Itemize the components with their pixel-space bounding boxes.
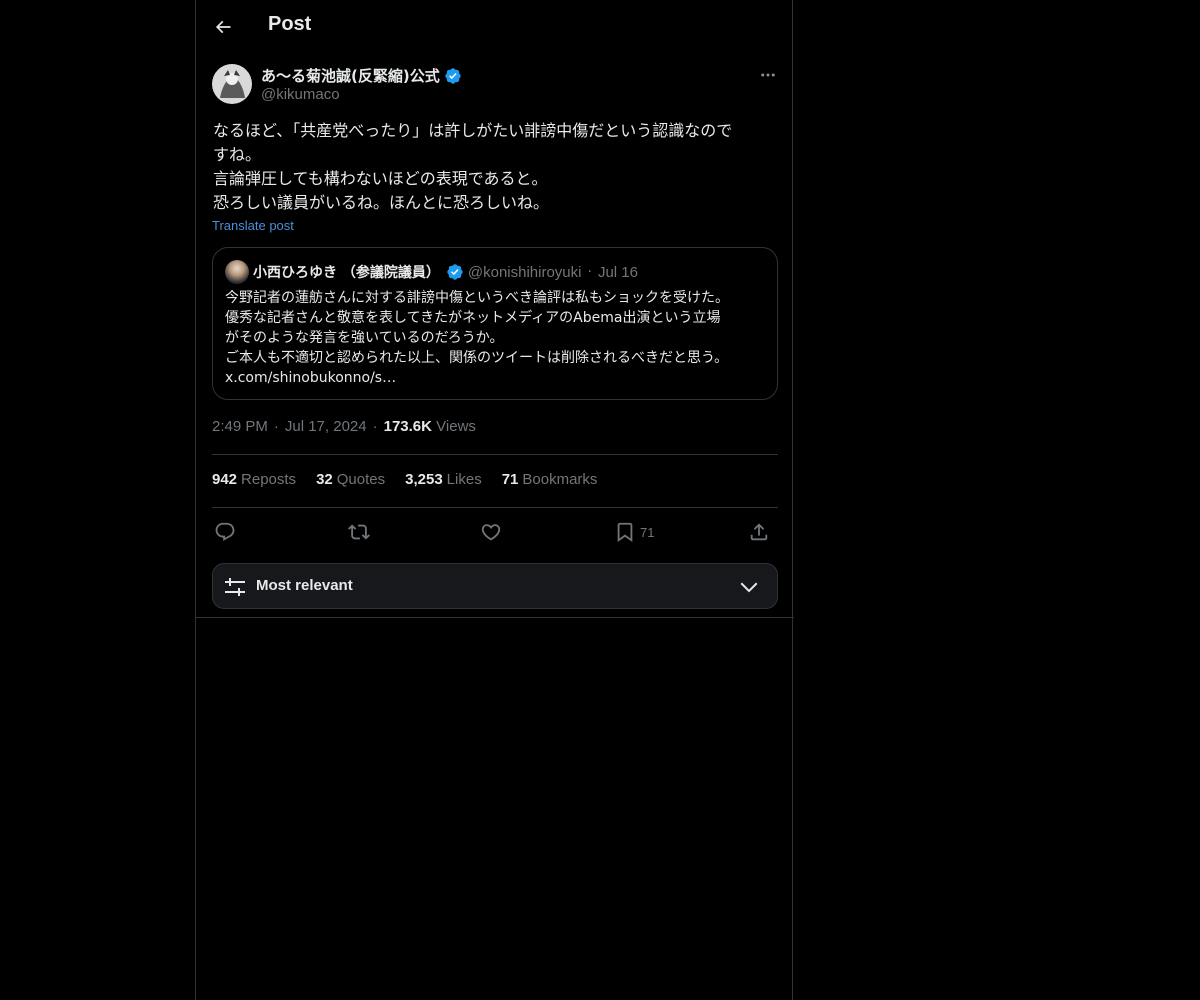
post-date[interactable]: Jul 17, 2024 xyxy=(285,418,367,435)
quote-text: 今野記者の蓮舫さんに対する誹謗中傷というべき論評は私もショックを受けた。 優秀な… xyxy=(225,288,770,388)
separator-dot: · xyxy=(587,264,592,280)
like-icon xyxy=(481,524,501,541)
author-handle[interactable]: @kikumaco xyxy=(261,86,340,103)
translate-post-link[interactable]: Translate post xyxy=(212,218,294,233)
quote-author-handle[interactable]: @konishihiroyuki xyxy=(468,264,582,281)
author-display-name[interactable]: あ〜る菊池誠(反緊縮)公式 xyxy=(261,65,440,86)
author-avatar[interactable] xyxy=(212,64,252,104)
bookmark-count: 71 xyxy=(640,524,655,540)
quote-date[interactable]: Jul 16 xyxy=(598,264,638,281)
avatar-illustration xyxy=(212,64,252,104)
bookmarks-count: 71 xyxy=(501,471,519,488)
share-button[interactable] xyxy=(748,516,770,548)
reposts-label: Reposts xyxy=(241,471,297,488)
author-name[interactable]: あ〜る菊池誠(反緊縮)公式 xyxy=(261,65,462,86)
bookmarks-label: Bookmarks xyxy=(522,471,598,488)
quotes-stat[interactable]: 32 Quotes xyxy=(316,471,385,488)
post-text-line: なるほど、「共産党べったり」は許しがたい誹謗中傷だという認識なので xyxy=(213,121,733,140)
post-text: なるほど、「共産党べったり」は許しがたい誹謗中傷だという認識なので すね。 言論… xyxy=(213,119,779,215)
bookmark-button[interactable]: 71 xyxy=(614,516,654,548)
quote-link[interactable]: x.com/shinobukonno/s… xyxy=(225,368,770,388)
likes-stat[interactable]: 3,253 Likes xyxy=(405,471,482,488)
filter-sliders-icon xyxy=(225,578,245,596)
post-column: Post あ〜る菊池誠(反緊縮)公式 @kikumaco なるほど、「共産党べっ… xyxy=(195,0,794,1000)
quote-text-line: がそのような発言を強いているのだろうか。 xyxy=(225,330,504,346)
quoted-post[interactable]: 小西ひろゆき （参議院議員） @konishihiroyuki · Jul 16… xyxy=(212,247,778,400)
divider xyxy=(196,617,794,618)
engagement-stats: 942 Reposts 32 Quotes 3,253 Likes 71 Bookmar… xyxy=(212,471,617,488)
quote-text-line: 優秀な記者さんと敬意を表してきたがネットメディアのAbema出演という立場 xyxy=(225,310,721,326)
divider xyxy=(212,507,778,508)
back-button[interactable] xyxy=(206,10,240,44)
views-label: Views xyxy=(436,418,476,435)
likes-count: 3,253 xyxy=(405,471,443,488)
post-text-line: 恐ろしい議員がいるね。ほんとに恐ろしいね。 xyxy=(213,193,550,212)
repost-button[interactable] xyxy=(348,516,370,548)
views-count: 173.6K xyxy=(383,418,432,435)
chevron-down-icon xyxy=(740,582,758,593)
more-icon xyxy=(761,73,775,77)
quote-text-line: 今野記者の蓮舫さんに対する誹謗中傷というべき論評は私もショックを受けた。 xyxy=(225,290,729,306)
quote-header: 小西ひろゆき （参議院議員） @konishihiroyuki · Jul 16 xyxy=(253,262,638,282)
post-header: Post xyxy=(196,0,794,54)
reposts-count: 942 xyxy=(212,471,238,488)
post-text-line: 言論弾圧しても構わないほどの表現であると。 xyxy=(213,169,548,188)
more-options-button[interactable] xyxy=(756,64,780,86)
separator-dot: · xyxy=(273,418,279,435)
like-button[interactable] xyxy=(480,516,502,548)
likes-label: Likes xyxy=(446,471,482,488)
reply-button[interactable] xyxy=(214,516,236,548)
reposts-stat[interactable]: 942 Reposts xyxy=(212,471,296,488)
quote-author-name[interactable]: 小西ひろゆき （参議院議員） xyxy=(253,262,440,282)
post-text-line: すね。 xyxy=(213,145,262,164)
quotes-count: 32 xyxy=(316,471,333,488)
post-time[interactable]: 2:49 PM xyxy=(212,418,268,435)
repost-icon xyxy=(348,524,370,540)
share-icon xyxy=(750,523,768,541)
separator-dot: · xyxy=(372,418,378,435)
action-bar: 71 xyxy=(212,516,778,548)
sort-label: Most relevant xyxy=(256,577,353,594)
quotes-label: Quotes xyxy=(336,471,386,488)
back-arrow-icon xyxy=(215,20,231,34)
verified-badge-icon xyxy=(447,264,463,280)
divider xyxy=(212,454,778,455)
bookmarks-stat[interactable]: 71 Bookmarks xyxy=(502,471,598,488)
post-meta: 2:49 PM · Jul 17, 2024 · 173.6K Views xyxy=(212,418,476,435)
reply-sort-selector[interactable]: Most relevant xyxy=(212,563,778,609)
reply-icon xyxy=(215,522,235,541)
bookmark-icon xyxy=(617,522,633,543)
quote-author-avatar[interactable] xyxy=(225,260,249,284)
page-title: Post xyxy=(268,13,312,35)
quote-text-line: ご本人も不適切と認められた以上、関係のツイートは削除されるべきだと思う。 xyxy=(225,350,729,366)
verified-badge-icon xyxy=(445,67,461,84)
